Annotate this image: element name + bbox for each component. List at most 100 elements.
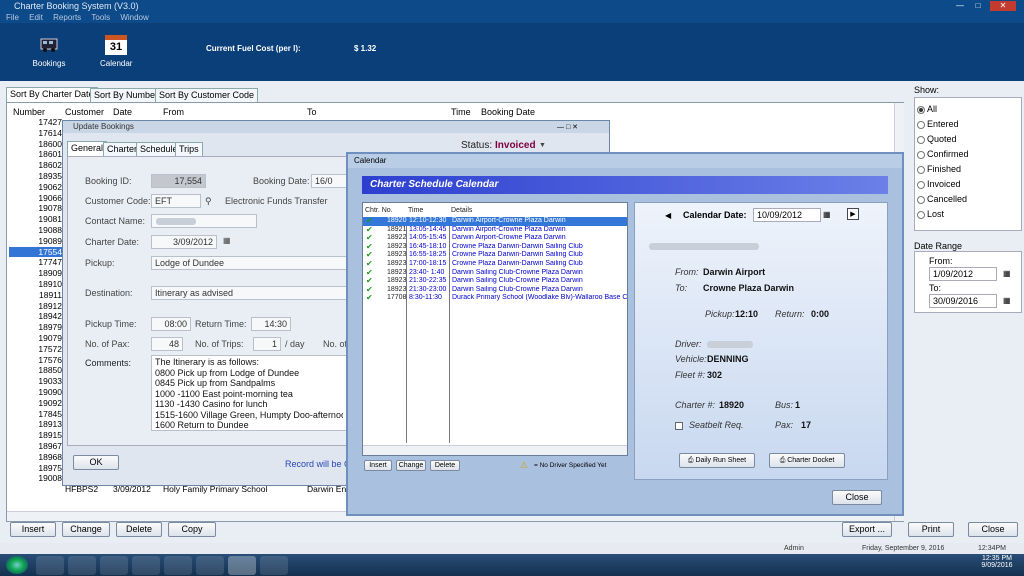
cal-insert-button[interactable]: Insert [364, 460, 392, 471]
calendar-date-field[interactable]: 10/09/2012 [753, 208, 821, 222]
next-date-icon[interactable]: ▶ [847, 208, 859, 220]
comments-field[interactable]: The Itinerary is as follows: 0800 Pick u… [151, 355, 347, 431]
table-row-number[interactable]: 19033 [9, 376, 65, 387]
cal-delete-button[interactable]: Delete [430, 460, 460, 471]
window-controls[interactable]: — □ ✕ [557, 123, 605, 132]
schedule-row[interactable]: ✔ 18923 21:30-23:00 Darwin Sailing Club-Cro… [363, 285, 627, 295]
tab-sort-by-charter-date[interactable]: Sort By Charter Date [6, 87, 98, 102]
col-date[interactable]: Date [113, 107, 132, 117]
table-row-number[interactable]: 17427 [9, 117, 65, 128]
table-row-number[interactable]: 18975 [9, 463, 65, 474]
table-row-number[interactable]: 18601 [9, 149, 65, 160]
maximize-icon[interactable]: □ [970, 1, 986, 11]
copy-button[interactable]: Copy [168, 522, 216, 537]
close-button[interactable]: Close [968, 522, 1018, 537]
app-icon[interactable] [132, 556, 160, 575]
calendar-close-button[interactable]: Close [832, 490, 882, 505]
table-row-number[interactable]: 17614 [9, 128, 65, 139]
table-row-number[interactable]: 17554 [9, 246, 65, 258]
table-row-number[interactable]: 19088 [9, 225, 65, 236]
prev-date-icon[interactable]: ◀ [665, 211, 671, 220]
contact-name-field[interactable] [151, 214, 257, 228]
table-row-number[interactable]: 18942 [9, 311, 65, 322]
schedule-row[interactable]: ✔ 17708 8:30-11:30 Durack Primary School (W… [363, 294, 627, 303]
from-date-field[interactable]: 1/09/2012 [929, 267, 997, 281]
charter-date-calendar-icon[interactable]: ▦ [223, 236, 231, 245]
table-row-number[interactable]: 17572 [9, 344, 65, 355]
close-icon[interactable]: ✕ [990, 1, 1016, 11]
files-icon[interactable] [100, 556, 128, 575]
tool-icon[interactable] [260, 556, 288, 575]
menu-file[interactable]: File [6, 13, 19, 22]
pickup-time-field[interactable]: 08:00 [151, 317, 191, 331]
radio-lost[interactable]: Lost [915, 207, 1021, 222]
vlc-icon[interactable] [196, 556, 224, 575]
bookings-button[interactable]: Bookings [32, 35, 66, 68]
table-row-number[interactable]: 17747 [9, 257, 65, 268]
to-date-field[interactable]: 30/09/2016 [929, 294, 997, 308]
pickup-field[interactable]: Lodge of Dundee [151, 256, 347, 270]
list-horizontal-scrollbar[interactable] [363, 445, 627, 455]
radio-finished[interactable]: Finished [915, 162, 1021, 177]
table-row-number[interactable]: 18850 [9, 365, 65, 376]
col-time[interactable]: Time [451, 107, 471, 117]
table-row-number[interactable]: 19092 [9, 398, 65, 409]
folder-icon[interactable] [164, 556, 192, 575]
trips-field[interactable]: 1 [253, 337, 281, 351]
table-row-number[interactable]: 19089 [9, 236, 65, 247]
print-button[interactable]: Print [908, 522, 954, 537]
delete-button[interactable]: Delete [116, 522, 162, 537]
schedule-row[interactable]: ✔ 18923 16:45-18:10 Crowne Plaza Darwin-Dar… [363, 242, 627, 252]
radio-all[interactable]: All [915, 102, 1021, 117]
table-row-number[interactable]: 18967 [9, 441, 65, 452]
radio-confirmed[interactable]: Confirmed [915, 147, 1021, 162]
destination-field[interactable]: Itinerary as advised [151, 286, 347, 300]
export-button[interactable]: Export ... [842, 522, 892, 537]
radio-entered[interactable]: Entered [915, 117, 1021, 132]
table-row-number[interactable]: 18935 [9, 171, 65, 182]
col-booking-date[interactable]: Booking Date [481, 107, 535, 117]
col-customer[interactable]: Customer [65, 107, 104, 117]
daily-run-sheet-button[interactable]: ⎙ Daily Run Sheet [679, 453, 755, 468]
tab-sort-by-customer-code[interactable]: Sort By Customer Code [155, 88, 259, 102]
return-time-field[interactable]: 14:30 [251, 317, 291, 331]
menu-reports[interactable]: Reports [53, 13, 81, 22]
chrome-icon[interactable] [36, 556, 64, 575]
radio-quoted[interactable]: Quoted [915, 132, 1021, 147]
table-row-number[interactable]: 18913 [9, 419, 65, 430]
col-to[interactable]: To [307, 107, 317, 117]
charter-docket-button[interactable]: ⎙ Charter Docket [769, 453, 845, 468]
calendar-button[interactable]: 31 Calendar [100, 35, 132, 68]
table-row-number[interactable]: 18602 [9, 160, 65, 171]
status-value[interactable]: Invoiced [495, 140, 536, 151]
minimize-icon[interactable]: — [952, 1, 968, 11]
schedule-row[interactable]: ✔ 18922 14:05-15:45 Darwin Airport-Crowne P… [363, 234, 627, 243]
menu-edit[interactable]: Edit [29, 13, 43, 22]
to-calendar-icon[interactable]: ▦ [1003, 296, 1011, 305]
table-row-number[interactable]: 19081 [9, 214, 65, 225]
table-row-number[interactable]: 18915 [9, 430, 65, 441]
calendar-date-picker-icon[interactable]: ▦ [823, 210, 831, 219]
radio-invoiced[interactable]: Invoiced [915, 177, 1021, 192]
table-row-number[interactable]: 18911 [9, 290, 65, 301]
tab-sort-by-number[interactable]: Sort By Number [90, 88, 163, 102]
table-row-number[interactable]: 18979 [9, 322, 65, 333]
table-row-number[interactable]: 19008 [9, 473, 65, 484]
schedule-row[interactable]: ✔ 18923 23:40- 1:40 Darwin Sailing Club-Cro… [363, 268, 627, 278]
schedule-row[interactable]: ✔ 18921 13:05-14:45 Darwin Airport-Crowne P… [363, 225, 627, 235]
col-from[interactable]: From [163, 107, 184, 117]
menu-window[interactable]: Window [120, 13, 148, 22]
start-button-icon[interactable] [6, 556, 28, 574]
tab-trips[interactable]: Trips [175, 142, 203, 156]
ie-icon[interactable] [68, 556, 96, 575]
schedule-row[interactable]: ✔ 18923 17:00-18:15 Crowne Plaza Darwin-Dar… [363, 259, 627, 269]
radio-cancelled[interactable]: Cancelled [915, 192, 1021, 207]
customer-search-icon[interactable]: ⚲ [205, 196, 212, 207]
charter-app-icon[interactable] [228, 556, 256, 575]
customer-code-field[interactable]: EFT [151, 194, 201, 208]
table-row-number[interactable]: 17845 [9, 409, 65, 420]
schedule-row[interactable]: ✔ 18923 16:55-18:25 Crowne Plaza Darwin-Dar… [363, 251, 627, 260]
from-calendar-icon[interactable]: ▦ [1003, 269, 1011, 278]
table-row-number[interactable]: 18600 [9, 139, 65, 150]
schedule-list[interactable]: Chtr. No. Time Details ✔ 18920 12:10-12:30… [362, 202, 628, 456]
